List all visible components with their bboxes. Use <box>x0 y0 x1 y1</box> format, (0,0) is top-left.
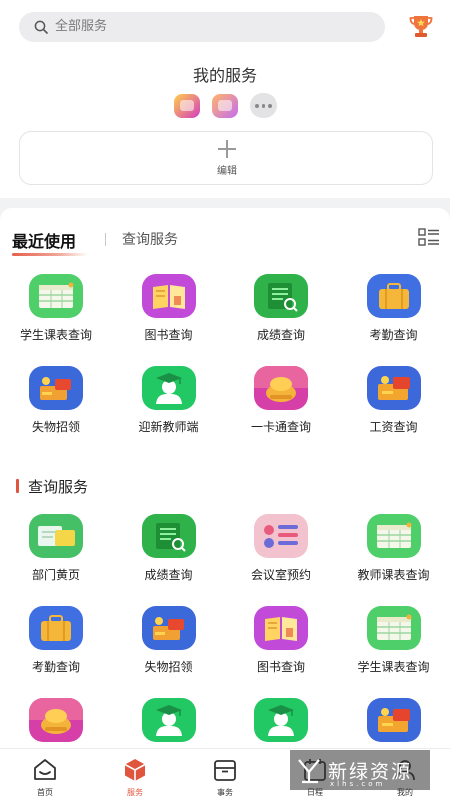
watermark: 新绿资源网 xlhs.com <box>290 750 430 800</box>
yellow-pages-icon <box>29 514 83 558</box>
graduate-icon <box>141 366 196 410</box>
service-item[interactable]: 失物招领 <box>0 366 112 456</box>
service-item[interactable]: 图书查询 <box>225 606 337 696</box>
tab-query-services[interactable]: 查询服务 <box>122 229 178 249</box>
trophy-icon[interactable] <box>408 13 434 39</box>
service-item[interactable]: 部门黄页 <box>0 514 112 604</box>
tab-affairs-label: 事务 <box>217 788 233 797</box>
edit-services-button[interactable]: 编辑 <box>19 131 433 185</box>
section-accent-bar <box>16 479 19 493</box>
watermark-subtext: xlhs.com <box>330 780 386 788</box>
service-item-label: 部门黄页 <box>31 568 80 582</box>
pinned-folder-gold-icon[interactable] <box>174 94 200 118</box>
service-item-label: 会议室预约 <box>250 568 311 582</box>
service-item[interactable]: 会议室预约 <box>225 514 337 604</box>
timetable-icon <box>366 606 421 650</box>
service-item-label: 教师课表查询 <box>357 568 430 582</box>
service-item[interactable] <box>338 698 450 753</box>
service-item-label: 图书查询 <box>256 660 305 674</box>
tab-active-indicator <box>12 253 88 256</box>
service-item[interactable]: 工资查询 <box>338 366 450 456</box>
tab-service-label: 服务 <box>127 788 143 797</box>
service-item[interactable]: 学生课表查询 <box>338 606 450 696</box>
home-icon <box>34 759 56 780</box>
service-item-label: 学生课表查询 <box>19 328 92 342</box>
service-item[interactable] <box>113 698 225 753</box>
lost-found-icon <box>29 366 83 410</box>
service-item[interactable]: 失物招领 <box>113 606 225 696</box>
service-item-label: 考勤查询 <box>369 328 418 342</box>
grid-list-toggle-icon[interactable] <box>418 228 440 247</box>
top-panel: 全部服务 我的服务 编辑 <box>0 0 450 198</box>
service-item-label: 一卡通查询 <box>250 420 311 434</box>
tab-affairs[interactable]: 事务 <box>180 749 270 800</box>
timetable-icon <box>366 514 421 558</box>
briefcase-icon <box>366 274 421 318</box>
watermark-text: 新绿资源网 <box>328 761 413 800</box>
more-dots-icon[interactable] <box>250 93 277 118</box>
tab-home-label: 首页 <box>37 788 53 797</box>
briefcase-icon <box>29 606 83 650</box>
graduate-icon <box>254 698 308 742</box>
service-item-label: 成绩查询 <box>256 328 305 342</box>
service-item-label: 失物招领 <box>31 420 80 434</box>
service-item[interactable]: 一卡通查询 <box>225 366 337 456</box>
services-panel: 最近使用 查询服务 学生课表查询 图书查询 成绩查询 考勤查询 失物招领 迎新教师端 一卡通… <box>0 208 450 753</box>
tab-divider <box>105 233 106 246</box>
service-item[interactable] <box>0 698 112 753</box>
service-item-label: 图书查询 <box>144 328 193 342</box>
pinned-book-open-icon[interactable] <box>212 94 238 118</box>
query-section-title: 查询服务 <box>28 478 89 496</box>
tab-recent[interactable]: 最近使用 <box>12 228 76 252</box>
service-item[interactable]: 图书查询 <box>113 274 225 364</box>
briefcase-outline-icon <box>214 760 236 781</box>
service-item-label: 失物招领 <box>144 660 193 674</box>
card-wallet-icon <box>254 366 308 410</box>
service-item[interactable]: 考勤查询 <box>338 274 450 364</box>
service-item[interactable]: 学生课表查询 <box>0 274 112 364</box>
book-icon <box>254 606 308 650</box>
search-bar[interactable]: 全部服务 <box>19 12 385 42</box>
salary-icon <box>366 366 421 410</box>
grade-search-icon <box>254 274 308 318</box>
tab-service[interactable]: 服务 <box>90 749 180 800</box>
service-item[interactable] <box>225 698 337 753</box>
service-item[interactable]: 成绩查询 <box>113 514 225 604</box>
service-cube-icon <box>124 759 146 781</box>
plus-icon <box>218 140 236 158</box>
service-item[interactable]: 成绩查询 <box>225 274 337 364</box>
meeting-room-icon <box>254 514 308 558</box>
search-placeholder: 全部服务 <box>55 19 108 34</box>
timetable-icon <box>29 274 83 318</box>
service-item[interactable]: 迎新教师端 <box>113 366 225 456</box>
lost-found-icon <box>141 606 196 650</box>
service-item[interactable]: 教师课表查询 <box>338 514 450 604</box>
salary-icon <box>366 698 421 742</box>
my-services-title: 我的服务 <box>192 66 257 85</box>
search-icon <box>34 20 48 34</box>
service-item-label: 学生课表查询 <box>357 660 430 674</box>
grade-search-icon <box>141 514 196 558</box>
graduate-icon <box>141 698 196 742</box>
watermark-logo-icon <box>298 759 320 784</box>
service-item-label: 工资查询 <box>369 420 418 434</box>
edit-label: 编辑 <box>217 166 237 177</box>
tab-home[interactable]: 首页 <box>0 749 90 800</box>
service-item-label: 考勤查询 <box>31 660 80 674</box>
service-item[interactable]: 考勤查询 <box>0 606 112 696</box>
service-item-label: 迎新教师端 <box>138 420 199 434</box>
service-item-label: 成绩查询 <box>144 568 193 582</box>
card-wallet-icon <box>29 698 83 742</box>
book-icon <box>141 274 196 318</box>
